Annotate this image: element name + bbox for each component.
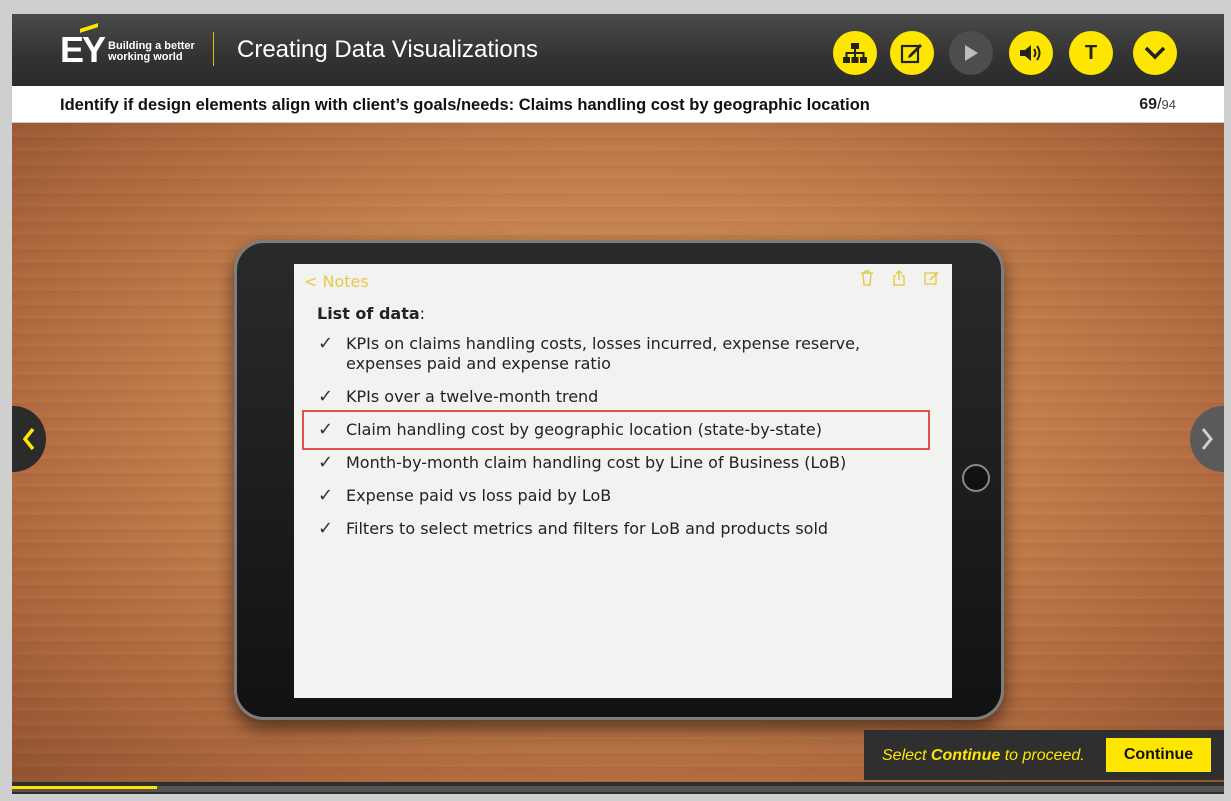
list-item-text: KPIs on claims handling costs, losses in… — [346, 334, 861, 353]
next-slide-button[interactable] — [1190, 406, 1224, 472]
play-button[interactable] — [949, 31, 993, 75]
page-counter: 69/94 — [1139, 96, 1176, 114]
list-item-text-cont: expenses paid and expense ratio — [346, 354, 611, 373]
list-item: ✓ KPIs on claims handling costs, losses … — [316, 334, 936, 374]
logo-tagline: Building a better working world — [108, 41, 195, 63]
previous-slide-button[interactable] — [12, 406, 46, 472]
prompt-prefix: Select — [882, 747, 931, 764]
course-progress-bar — [12, 786, 1224, 792]
data-checklist: ✓ KPIs on claims handling costs, losses … — [302, 334, 936, 552]
transcript-button[interactable]: T — [1069, 31, 1113, 75]
list-item: ✓ Month-by-month claim handling cost by … — [316, 453, 936, 473]
notes-screen: < Notes List of data: ✓ KPIs on claims h… — [294, 264, 952, 698]
header: EY Building a better working world Creat… — [12, 14, 1224, 86]
notes-toolbar — [860, 270, 940, 288]
edit-icon — [900, 44, 922, 64]
continue-button[interactable]: Continue — [1106, 738, 1211, 772]
transcript-label: T — [1084, 41, 1098, 64]
logo-mark: EY — [60, 29, 106, 70]
checkmark-icon: ✓ — [318, 419, 334, 440]
play-icon — [965, 45, 978, 61]
chevron-down-icon — [1144, 46, 1166, 60]
logo-tagline-line2: working world — [108, 51, 183, 63]
collapse-button[interactable] — [1133, 31, 1177, 75]
continue-panel: Select Continue to proceed. Continue — [864, 730, 1224, 780]
progress-fill — [12, 786, 158, 789]
list-heading-colon: : — [419, 304, 426, 323]
share-icon — [892, 270, 908, 288]
tablet-home-button — [962, 464, 990, 492]
list-item-text: Expense paid vs loss paid by LoB — [346, 486, 612, 505]
notes-back-link: < Notes — [304, 272, 369, 291]
prompt-bold: Continue — [930, 747, 1001, 764]
list-item: ✓ Expense paid vs loss paid by LoB — [316, 486, 936, 506]
course-title: Creating Data Visualizations — [237, 36, 539, 63]
prompt-suffix: to proceed. — [1000, 747, 1085, 764]
notes-button[interactable] — [890, 31, 934, 75]
slide-title: Identify if design elements align with c… — [60, 96, 870, 114]
menu-button[interactable] — [833, 31, 877, 75]
continue-prompt: Select Continue to proceed. — [882, 747, 1085, 765]
list-item-text: KPIs over a twelve-month trend — [346, 387, 599, 406]
checkmark-icon: ✓ — [318, 452, 334, 473]
current-page: 69 — [1139, 96, 1158, 113]
chevron-right-icon — [1201, 428, 1213, 450]
list-item-text: Claim handling cost by geographic locati… — [346, 420, 823, 439]
trash-icon — [860, 270, 876, 288]
audio-button[interactable] — [1009, 31, 1053, 75]
slide-titlebar: Identify if design elements align with c… — [12, 86, 1224, 123]
checkmark-icon: ✓ — [318, 386, 334, 407]
list-heading-text: List of data — [317, 304, 420, 323]
checkmark-icon: ✓ — [318, 333, 334, 354]
header-divider — [213, 32, 214, 66]
ey-logo: EY Building a better working world — [60, 32, 195, 68]
course-player: EY Building a better working world Creat… — [12, 14, 1224, 794]
slide-stage: < Notes List of data: ✓ KPIs on claims h… — [12, 123, 1224, 782]
total-pages: 94 — [1161, 97, 1176, 112]
checkmark-icon: ✓ — [318, 485, 334, 506]
list-item: ✓ Filters to select metrics and filters … — [316, 519, 936, 539]
list-item-text: Filters to select metrics and filters fo… — [346, 519, 829, 538]
sitemap-icon — [843, 43, 867, 63]
chevron-left-icon — [22, 427, 35, 451]
compose-icon — [924, 270, 940, 288]
checkmark-icon: ✓ — [318, 518, 334, 539]
speaker-icon — [1020, 45, 1041, 61]
list-heading: List of data: — [317, 304, 425, 323]
tablet-device: < Notes List of data: ✓ KPIs on claims h… — [234, 240, 1004, 720]
list-item-highlighted: ✓ Claim handling cost by geographic loca… — [302, 410, 930, 450]
list-item: ✓ KPIs over a twelve-month trend — [316, 387, 936, 407]
list-item-text: Month-by-month claim handling cost by Li… — [346, 453, 847, 472]
